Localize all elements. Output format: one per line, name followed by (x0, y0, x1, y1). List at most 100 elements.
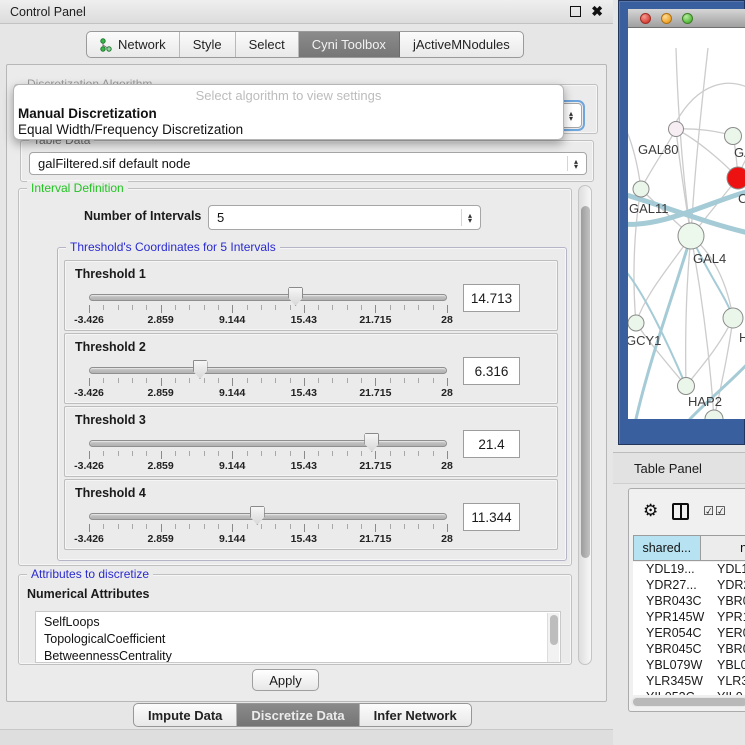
table-row[interactable]: YBR045CYBR0 (633, 642, 745, 658)
cell-shared-name: YPR145W (633, 610, 705, 626)
threshold-slider-track[interactable] (89, 367, 447, 374)
network-node-red-node[interactable] (727, 167, 745, 189)
network-node-GCY1[interactable] (628, 315, 644, 331)
network-node-GAL11[interactable] (633, 181, 649, 197)
node-label-HAP2: HAP2 (688, 394, 722, 409)
threshold-value-field[interactable]: 11.344 (463, 503, 520, 531)
table-row[interactable]: YDR27...YDR2 (633, 578, 745, 594)
algorithm-option-equal-width-frequency-discretization[interactable]: Equal Width/Frequency Discretization (14, 122, 563, 138)
network-edge-highlighted[interactable] (690, 358, 745, 419)
tick-label: -3.426 (74, 460, 104, 472)
table-row[interactable]: YIL052CYIL0 (633, 690, 745, 695)
table-row[interactable]: YLR345WYLR3 (633, 674, 745, 690)
algorithm-option-manual-discretization[interactable]: Manual Discretization (14, 106, 563, 122)
tab-discretize-data[interactable]: Discretize Data (237, 704, 359, 726)
zoom-traffic-light-icon[interactable] (682, 13, 693, 24)
thresholds-group: Threshold's Coordinates for 5 Intervals … (57, 247, 567, 561)
tab-infer-network[interactable]: Infer Network (360, 704, 471, 726)
network-edge[interactable] (676, 83, 745, 122)
threshold-slider-thumb[interactable] (193, 360, 208, 379)
network-node-node-bottom[interactable] (705, 410, 723, 419)
number-of-intervals-combobox[interactable]: 5 ▴▾ (208, 205, 481, 230)
threshold-value-field[interactable]: 21.4 (463, 430, 520, 458)
gear-icon[interactable]: ⚙ (643, 501, 658, 521)
tick-label: 2.859 (147, 533, 173, 545)
minimize-traffic-light-icon[interactable] (661, 13, 672, 24)
node-label-red-node: C (738, 191, 745, 206)
close-icon[interactable]: ✖ (591, 6, 603, 17)
tick-label: 28 (441, 314, 453, 326)
node-label-GAL11: GAL11 (629, 201, 669, 216)
attribute-item-betweennesscentrality[interactable]: BetweennessCentrality (44, 648, 560, 663)
number-of-intervals-value: 5 (217, 210, 224, 225)
tick-label: 28 (441, 460, 453, 472)
select-columns-icon[interactable]: ☑☑ (703, 504, 727, 518)
table-row[interactable]: YBR043CYBR0 (633, 594, 745, 610)
network-node-HAP2[interactable] (678, 378, 695, 395)
float-window-icon[interactable] (570, 6, 581, 17)
panel-scrollbar-thumb[interactable] (581, 206, 590, 558)
interval-definition-group: Interval Definition Number of Intervals … (18, 188, 572, 566)
threshold-label: Threshold 3 (75, 413, 146, 427)
threshold-slider-track[interactable] (89, 294, 447, 301)
tick-label: 21.715 (359, 314, 391, 326)
cell-shared-name: YIL052C (633, 690, 705, 695)
threshold-label: Threshold 4 (75, 486, 146, 500)
cell-name: YER0 (705, 626, 745, 642)
slider-ticks (89, 378, 447, 387)
tab-impute-data[interactable]: Impute Data (134, 704, 237, 726)
tab-jactivemnodules[interactable]: jActiveMNodules (400, 32, 523, 57)
threshold-slider-thumb[interactable] (364, 433, 379, 452)
column-header-name[interactable]: na (701, 535, 745, 561)
threshold-panel-4: Threshold 4-3.4262.8599.14415.4321.71528… (64, 479, 558, 550)
threshold-slider-track[interactable] (89, 440, 447, 447)
network-canvas[interactable]: GAL80GACGAL11GAL4GCY1HHAP2 (628, 28, 745, 419)
cell-shared-name: YLR345W (633, 674, 705, 690)
tick-label: 21.715 (359, 387, 391, 399)
tab-style[interactable]: Style (180, 32, 236, 57)
tick-label: 9.144 (219, 387, 245, 399)
cell-shared-name: YER054C (633, 626, 705, 642)
threshold-slider-thumb[interactable] (250, 506, 265, 525)
cell-name: YDL1 (705, 562, 745, 578)
tick-label: -3.426 (74, 314, 104, 326)
close-traffic-light-icon[interactable] (640, 13, 651, 24)
table-row[interactable]: YPR145WYPR1 (633, 610, 745, 626)
attributes-scrollbar[interactable] (547, 613, 559, 663)
network-edge[interactable] (686, 318, 733, 386)
column-header-shared-name[interactable]: shared... (633, 535, 701, 561)
tab-select[interactable]: Select (236, 32, 299, 57)
cell-shared-name: YBR043C (633, 594, 705, 610)
table-horizontal-scrollbar[interactable] (631, 697, 745, 707)
network-node-GAL80[interactable] (669, 122, 684, 137)
split-columns-icon[interactable] (672, 503, 689, 520)
threshold-slider-thumb[interactable] (288, 287, 303, 306)
network-window-titlebar[interactable] (628, 9, 745, 28)
panel-scrollbar[interactable] (578, 185, 592, 665)
network-edge[interactable] (636, 236, 691, 323)
tick-label: 2.859 (147, 460, 173, 472)
tab-network[interactable]: Network (87, 32, 180, 57)
tick-label: 15.43 (291, 460, 317, 472)
numerical-attributes-list[interactable]: SelfLoopsTopologicalCoefficientBetweenne… (35, 611, 561, 663)
network-edge[interactable] (686, 236, 691, 386)
threshold-value-field[interactable]: 6.316 (463, 357, 520, 385)
threshold-value-field[interactable]: 14.713 (463, 284, 520, 312)
table-row[interactable]: YDL19...YDL1 (633, 562, 745, 578)
network-node-H[interactable] (723, 308, 743, 328)
number-of-intervals-label: Number of Intervals (84, 209, 201, 223)
attribute-item-selfloops[interactable]: SelfLoops (44, 614, 560, 631)
network-edge-highlighted[interactable] (691, 236, 733, 318)
threshold-slider-track[interactable] (89, 513, 447, 520)
network-view-window[interactable]: GAL80GACGAL11GAL4GCY1HHAP2 (618, 0, 745, 445)
network-node-GA[interactable] (725, 128, 742, 145)
apply-button[interactable]: Apply (252, 669, 319, 691)
table-row[interactable]: YER054CYER0 (633, 626, 745, 642)
network-node-GAL4[interactable] (678, 223, 704, 249)
network-edge[interactable] (641, 129, 676, 189)
attribute-item-topologicalcoefficient[interactable]: TopologicalCoefficient (44, 631, 560, 648)
tab-cyni-toolbox[interactable]: Cyni Toolbox (299, 32, 400, 57)
cell-name: YPR1 (705, 610, 745, 626)
table-row[interactable]: YBL079WYBL0 (633, 658, 745, 674)
table-data-combobox[interactable]: galFiltered.sif default node ▴▾ (29, 152, 587, 175)
